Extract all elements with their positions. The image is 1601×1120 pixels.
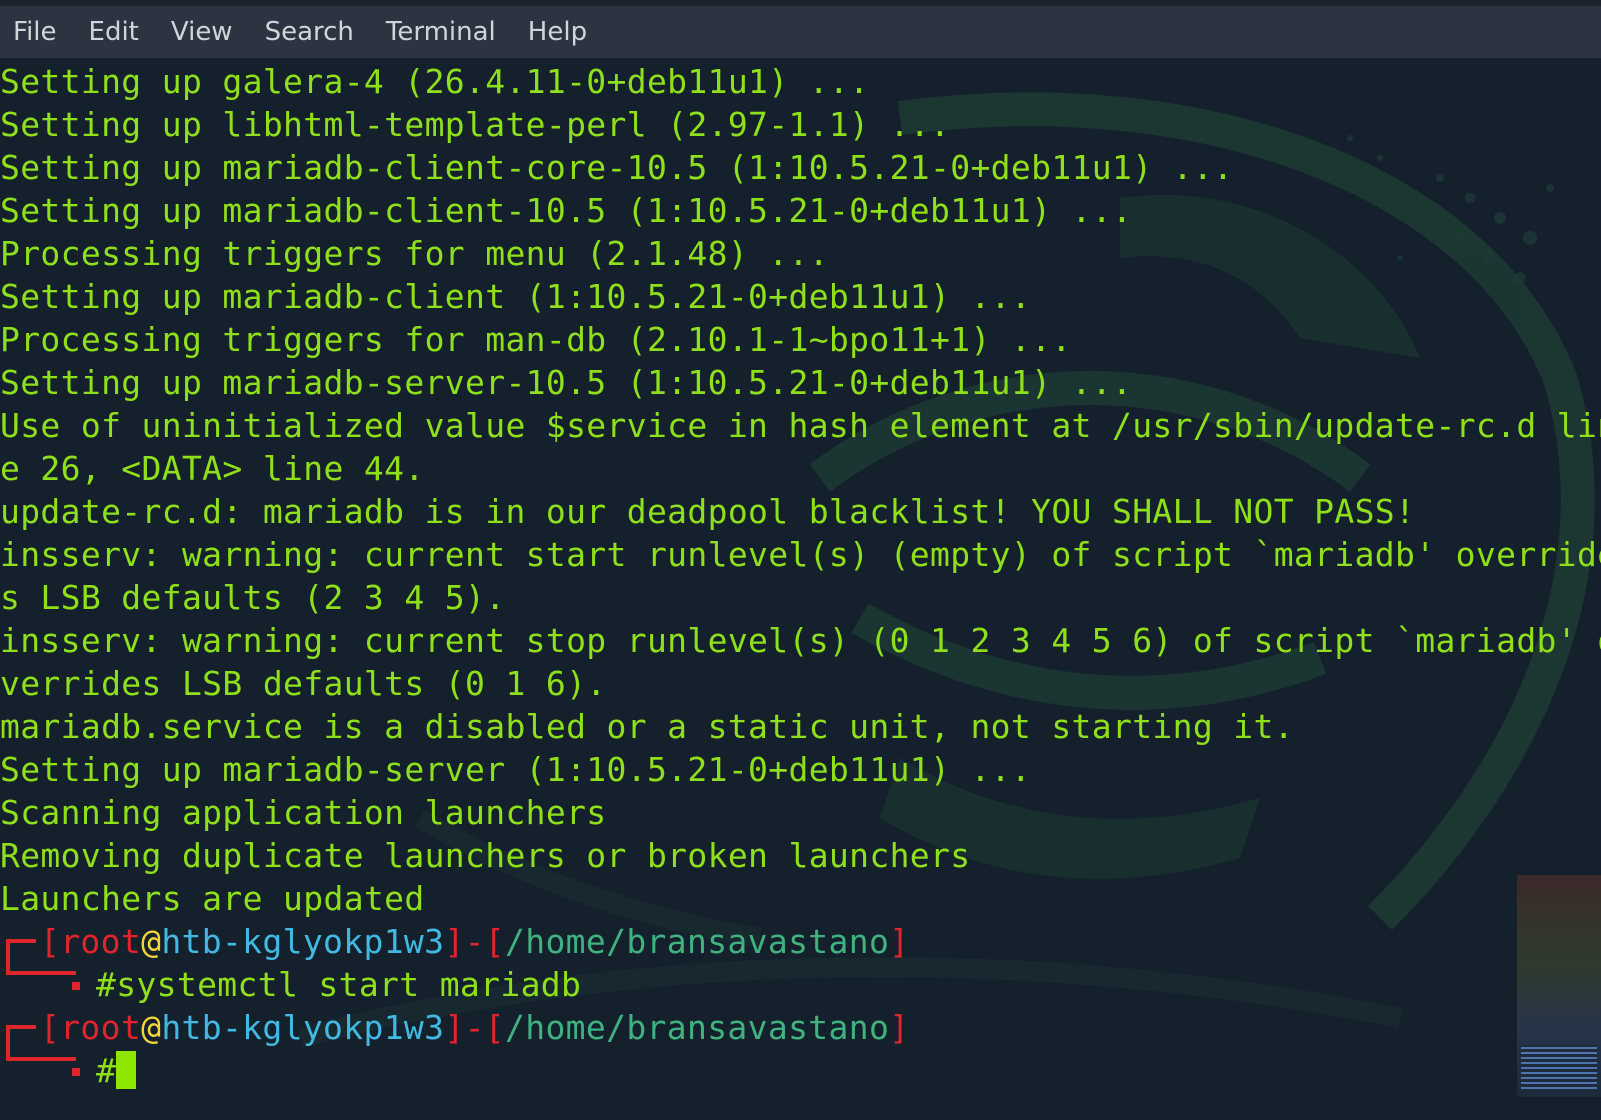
prompt-header: [root@htb-kglyokp1w3]-[/home/bransavasta… bbox=[40, 1008, 910, 1047]
prompt-tree-dot bbox=[72, 982, 80, 990]
output-line: insserv: warning: current stop runlevel(… bbox=[0, 621, 1601, 660]
preview-thumbnail bbox=[1517, 875, 1601, 1097]
prompt-tree-branch bbox=[6, 941, 76, 975]
output-line: Use of uninitialized value $service in h… bbox=[0, 406, 1601, 445]
prompt-separator: ]-[ bbox=[444, 1008, 506, 1047]
menu-file[interactable]: File bbox=[0, 6, 73, 58]
menu-help[interactable]: Help bbox=[512, 6, 603, 58]
output-line: Launchers are updated bbox=[0, 879, 425, 918]
output-line: e 26, <DATA> line 44. bbox=[0, 449, 425, 488]
output-line: s LSB defaults (2 3 4 5). bbox=[0, 578, 506, 617]
prompt-command: systemctl start mariadb bbox=[116, 965, 582, 1004]
prompt-symbol: # bbox=[96, 965, 117, 1004]
prompt-at: @ bbox=[141, 1008, 162, 1047]
prompt-host: htb-kglyokp1w3 bbox=[161, 1008, 445, 1047]
output-line: Setting up mariadb-server (1:10.5.21-0+d… bbox=[0, 750, 1032, 789]
prompt-symbol: # bbox=[96, 1051, 117, 1090]
output-line: update-rc.d: mariadb is in our deadpool … bbox=[0, 492, 1416, 531]
preview-thumbnail-text bbox=[1521, 1045, 1597, 1089]
prompt-at: @ bbox=[141, 922, 162, 961]
prompt-host: htb-kglyokp1w3 bbox=[161, 922, 445, 961]
output-line: verrides LSB defaults (0 1 6). bbox=[0, 664, 607, 703]
output-line: Processing triggers for menu (2.1.48) ..… bbox=[0, 234, 829, 273]
output-line: Setting up libhtml-template-perl (2.97-1… bbox=[0, 105, 951, 144]
terminal-output-area[interactable]: Setting up galera-4 (26.4.11-0+deb11u1) … bbox=[0, 58, 1601, 1120]
menu-terminal[interactable]: Terminal bbox=[370, 6, 512, 58]
output-line: Setting up mariadb-client-core-10.5 (1:1… bbox=[0, 148, 1234, 187]
output-line: Processing triggers for man-db (2.10.1-1… bbox=[0, 320, 1072, 359]
menu-view[interactable]: View bbox=[155, 6, 249, 58]
text-cursor bbox=[116, 1051, 137, 1089]
prompt-tree-dot bbox=[72, 1068, 80, 1076]
prompt-path: /home/bransavastano bbox=[505, 1008, 890, 1047]
output-line: insserv: warning: current start runlevel… bbox=[0, 535, 1601, 574]
output-line: Setting up mariadb-client (1:10.5.21-0+d… bbox=[0, 277, 1032, 316]
output-line: Setting up mariadb-server-10.5 (1:10.5.2… bbox=[0, 363, 1133, 402]
menu-bar: File Edit View Search Terminal Help bbox=[0, 6, 1601, 58]
output-line: Setting up mariadb-client-10.5 (1:10.5.2… bbox=[0, 191, 1133, 230]
prompt-tree-branch bbox=[6, 1027, 76, 1061]
menu-search[interactable]: Search bbox=[249, 6, 370, 58]
prompt-command-line: #systemctl start mariadb bbox=[96, 963, 581, 1006]
terminal-window: File Edit View Search Terminal Help Sett… bbox=[0, 0, 1601, 1120]
output-line: Setting up galera-4 (26.4.11-0+deb11u1) … bbox=[0, 62, 870, 101]
menu-edit[interactable]: Edit bbox=[73, 6, 155, 58]
output-line: Removing duplicate launchers or broken l… bbox=[0, 836, 971, 875]
output-line: mariadb.service is a disabled or a stati… bbox=[0, 707, 1294, 746]
output-line: Scanning application launchers bbox=[0, 793, 607, 832]
prompt-command-line[interactable]: # bbox=[96, 1049, 137, 1092]
prompt-separator: ]-[ bbox=[444, 922, 506, 961]
prompt-header: [root@htb-kglyokp1w3]-[/home/bransavasta… bbox=[40, 922, 910, 961]
prompt-path: /home/bransavastano bbox=[505, 922, 890, 961]
